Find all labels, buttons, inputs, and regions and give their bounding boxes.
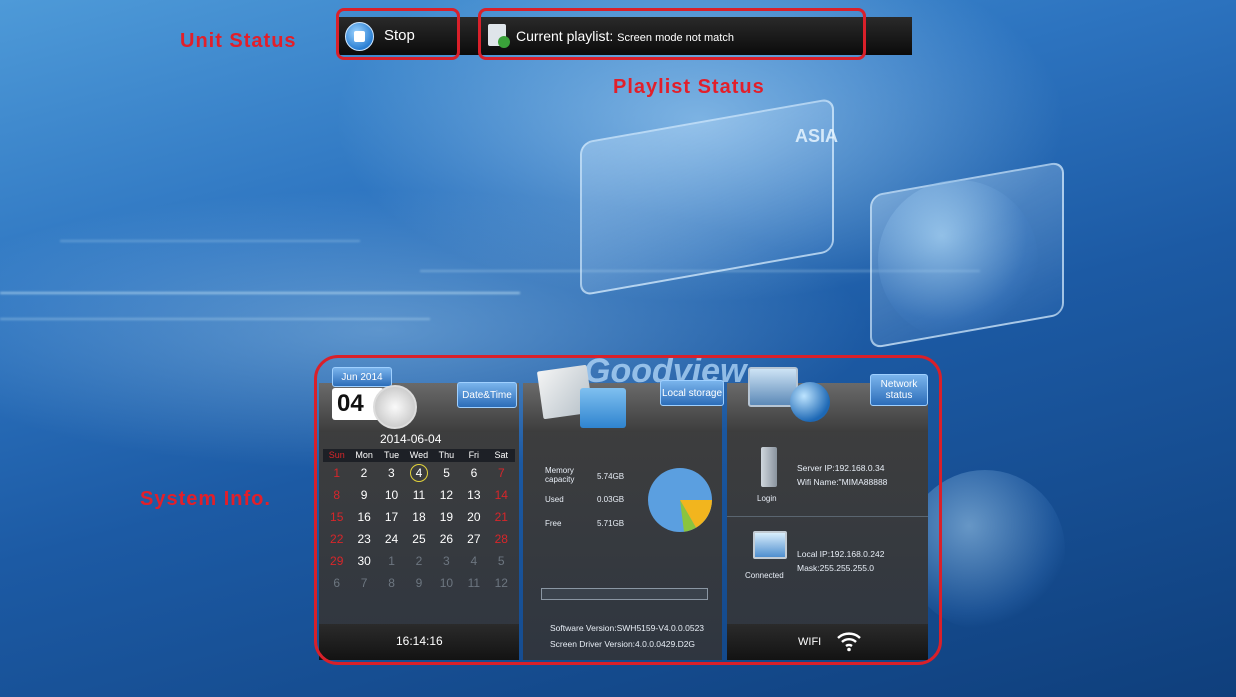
light-streak xyxy=(60,240,360,242)
unit-status-annotation: Unit Status xyxy=(180,30,297,52)
globe-graphic xyxy=(878,180,1038,340)
playlist-status-highlight xyxy=(478,8,866,60)
card-title: ASIA xyxy=(795,126,839,146)
system-info-highlight xyxy=(314,355,942,665)
unit-status-highlight xyxy=(336,8,460,60)
system-info-annotation: System Info. xyxy=(140,488,271,510)
light-streak xyxy=(0,318,430,320)
playlist-status-annotation: Playlist Status xyxy=(613,76,765,98)
light-streak xyxy=(0,292,520,294)
